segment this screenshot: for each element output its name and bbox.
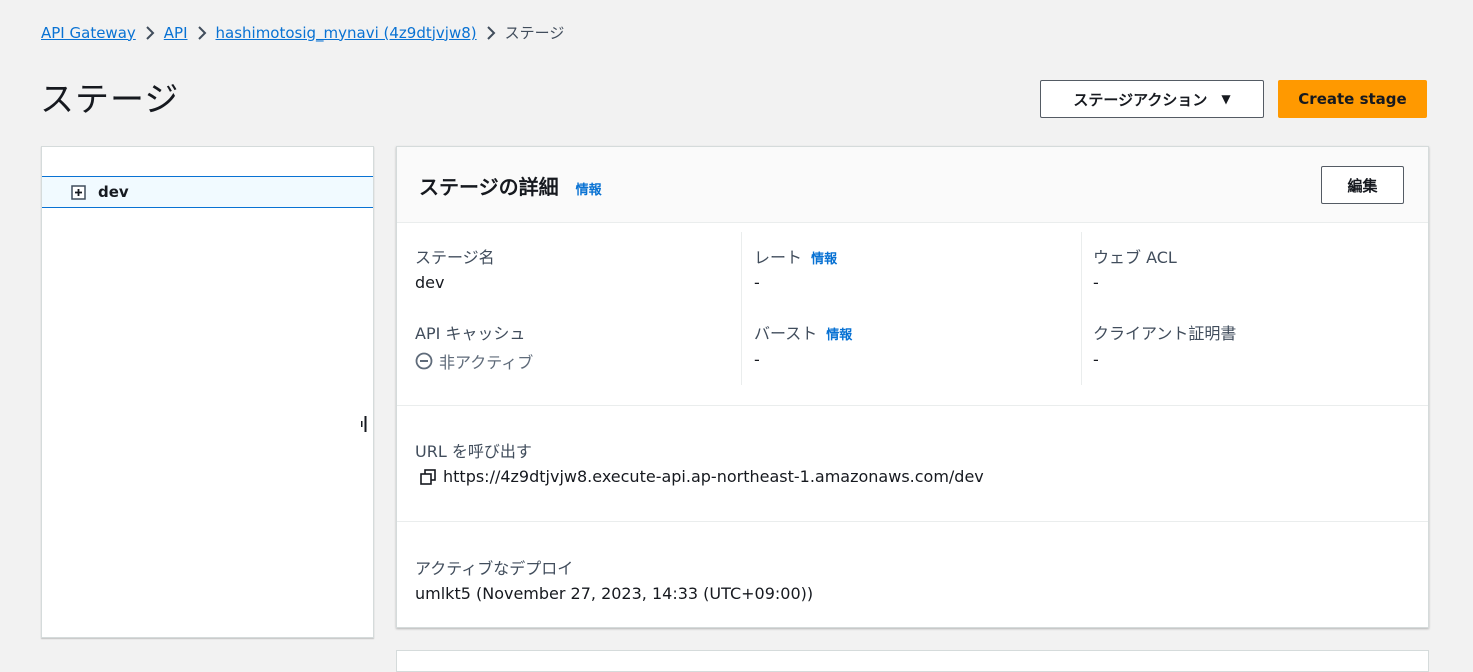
breadcrumb-current: ステージ (504, 24, 565, 42)
column-divider (741, 232, 742, 385)
active-deploy-label: アクティブなデプロイ (415, 559, 574, 578)
inactive-minus-icon (415, 352, 433, 370)
rate-value: - (754, 273, 760, 292)
web-acl-value: - (1093, 273, 1099, 292)
active-deploy-value: umlkt5 (November 27, 2023, 14:33 (UTC+09… (415, 584, 814, 603)
stage-name-label: ステージ名 (415, 248, 495, 267)
rate-info-link[interactable]: 情報 (811, 252, 837, 267)
stage-actions-button[interactable]: ステージアクション ▼ (1040, 80, 1264, 118)
divider (397, 405, 1428, 406)
rate-label: レート 情報 (754, 244, 837, 268)
tree-item-label: dev (98, 183, 129, 201)
details-header: ステージの詳細 情報 編集 (397, 147, 1428, 223)
client-cert-label: クライアント証明書 (1093, 324, 1237, 343)
stage-actions-label: ステージアクション (1073, 90, 1208, 109)
details-title: ステージの詳細 情報 (419, 171, 602, 200)
details-title-text: ステージの詳細 (419, 175, 559, 199)
divider (397, 521, 1428, 522)
invoke-url-row: https://4z9dtjvjw8.execute-api.ap-northe… (419, 467, 984, 486)
stage-name-value: dev (415, 273, 445, 292)
resize-handle-icon[interactable] (360, 415, 368, 433)
chevron-right-icon (477, 23, 505, 43)
chevron-right-icon (136, 23, 164, 43)
api-cache-value: 非アクティブ (439, 353, 534, 372)
burst-label-text: バースト (754, 324, 818, 343)
client-cert-value: - (1093, 350, 1099, 369)
create-stage-button[interactable]: Create stage (1278, 80, 1427, 118)
chevron-right-icon (188, 23, 216, 43)
edit-button[interactable]: 編集 (1321, 166, 1404, 204)
rate-label-text: レート (754, 248, 803, 267)
burst-info-link[interactable]: 情報 (826, 328, 852, 343)
web-acl-label: ウェブ ACL (1093, 248, 1177, 267)
stage-tree-panel: dev (41, 146, 374, 638)
tree-item-dev[interactable]: dev (42, 176, 373, 208)
burst-label: バースト 情報 (754, 320, 852, 344)
breadcrumb: API Gateway API hashimotosig_mynavi (4z9… (41, 22, 564, 43)
caret-down-icon: ▼ (1221, 92, 1231, 106)
breadcrumb-api[interactable]: API (164, 24, 188, 42)
breadcrumb-api-name[interactable]: hashimotosig_mynavi (4z9dtjvjw8) (216, 24, 477, 42)
invoke-url-value[interactable]: https://4z9dtjvjw8.execute-api.ap-northe… (443, 467, 984, 486)
stage-details-panel: ステージの詳細 情報 編集 ステージ名 dev API キャッシュ 非アクティブ… (396, 146, 1429, 628)
api-cache-status: 非アクティブ (415, 349, 533, 373)
expand-plus-icon[interactable] (71, 184, 86, 200)
next-panel (396, 650, 1429, 672)
breadcrumb-api-gateway[interactable]: API Gateway (41, 24, 136, 42)
copy-icon[interactable] (419, 468, 437, 486)
api-cache-label: API キャッシュ (415, 324, 526, 343)
page-title: ステージ (40, 80, 180, 120)
invoke-url-label: URL を呼び出す (415, 442, 532, 461)
details-info-link[interactable]: 情報 (576, 183, 602, 198)
burst-value: - (754, 350, 760, 369)
column-divider (1081, 232, 1082, 385)
